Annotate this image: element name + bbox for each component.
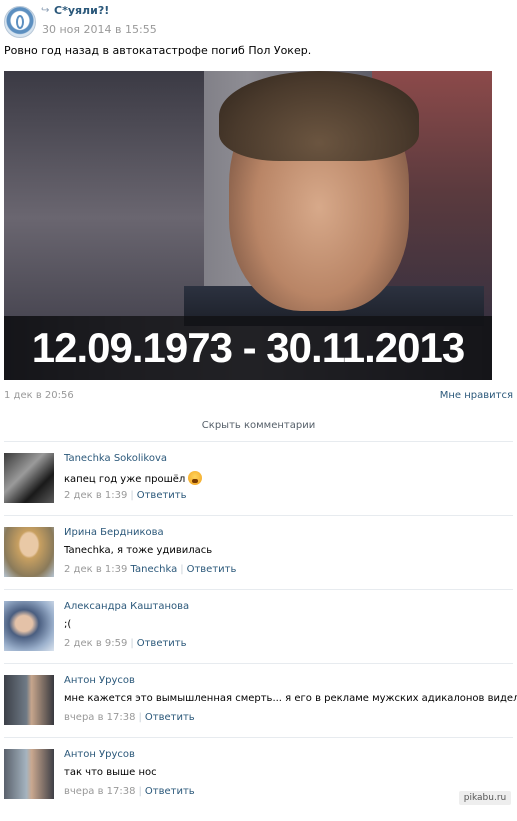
photo-background-left: [4, 71, 204, 316]
comment-avatar[interactable]: [4, 453, 54, 503]
comment-meta: вчера в 17:38 | Ответить: [64, 786, 195, 797]
hide-comments-link[interactable]: Скрыть комментарии: [0, 420, 517, 431]
post-text: Ровно год назад в автокатастрофе погиб П…: [4, 44, 312, 57]
post-photo[interactable]: 12.09.1973 - 30.11.2013: [4, 71, 492, 380]
comment-meta: вчера в 17:38 | Ответить: [64, 712, 195, 723]
group-avatar[interactable]: [4, 6, 36, 38]
reply-button[interactable]: Ответить: [187, 564, 237, 575]
comment-text: капец год уже прошёл: [64, 471, 203, 485]
comment-author[interactable]: Антон Урусов: [64, 675, 135, 686]
comment-meta: 2 дек в 1:39 Tanechka | Ответить: [64, 564, 237, 575]
comment-text: ;(: [64, 619, 72, 630]
reply-button[interactable]: Ответить: [137, 638, 187, 649]
comment-text: мне кажется это вымышленная смерть... я …: [64, 693, 517, 704]
comment-item: Антон Урусов так что выше нос вчера в 17…: [4, 749, 513, 821]
divider: [4, 663, 513, 664]
watermark: pikabu.ru: [459, 791, 511, 805]
comment-meta: 2 дек в 9:59 | Ответить: [64, 638, 187, 649]
comment-date[interactable]: 2 дек в 9:59: [64, 638, 127, 649]
post-meta-date[interactable]: 1 дек в 20:56: [4, 390, 74, 401]
comment-avatar[interactable]: [4, 527, 54, 577]
photo-hair: [219, 71, 419, 161]
comment-text: так что выше нос: [64, 767, 157, 778]
photo-caption: 12.09.1973 - 30.11.2013: [31, 324, 465, 371]
comment-text-content: капец год уже прошёл: [64, 474, 186, 485]
comment-date[interactable]: вчера в 17:38: [64, 786, 136, 797]
comment-avatar[interactable]: [4, 675, 54, 725]
repost-icon: ↪: [41, 5, 50, 16]
comment-meta: 2 дек в 1:39 | Ответить: [64, 490, 187, 501]
post-header: ↪ С*уяли?! 30 ноя 2014 в 15:55: [4, 4, 513, 40]
divider: [4, 737, 513, 738]
comment-author[interactable]: Антон Урусов: [64, 749, 135, 760]
divider: [4, 515, 513, 516]
group-name-link[interactable]: С*уяли?!: [54, 4, 109, 17]
comment-date[interactable]: 2 дек в 1:39: [64, 490, 127, 501]
reply-to-link[interactable]: Tanechka: [131, 564, 178, 575]
comment-avatar[interactable]: [4, 601, 54, 651]
post-date[interactable]: 30 ноя 2014 в 15:55: [42, 23, 157, 36]
comment-date[interactable]: 2 дек в 1:39: [64, 564, 127, 575]
scared-emoji-icon: [188, 471, 203, 485]
comment-author[interactable]: Александра Каштанова: [64, 601, 189, 612]
comment-date[interactable]: вчера в 17:38: [64, 712, 136, 723]
reply-button[interactable]: Ответить: [145, 786, 195, 797]
comment-author[interactable]: Ирина Бердникова: [64, 527, 164, 538]
reply-button[interactable]: Ответить: [137, 490, 187, 501]
like-button[interactable]: Мне нравится: [440, 390, 513, 401]
comment-text: Tanechka, я тоже удивилась: [64, 545, 213, 556]
divider: [4, 441, 513, 442]
comment-author[interactable]: Tanechka Sokolikova: [64, 453, 167, 464]
reply-button[interactable]: Ответить: [145, 712, 195, 723]
comment-avatar[interactable]: [4, 749, 54, 799]
divider: [4, 589, 513, 590]
